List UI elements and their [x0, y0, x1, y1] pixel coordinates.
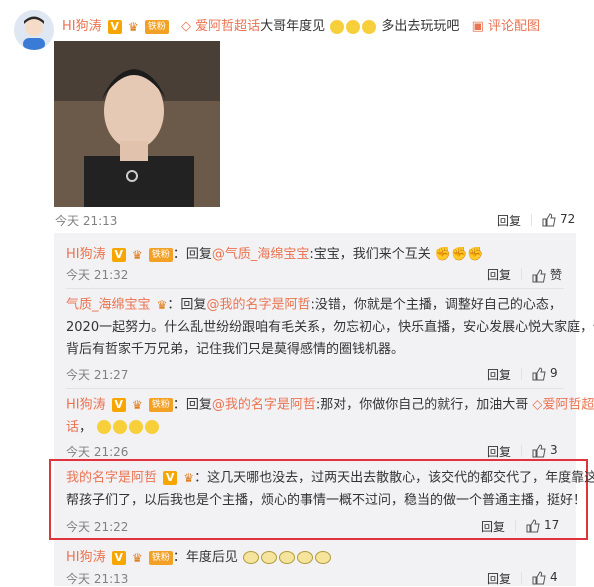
reply-prefix: ：回复	[172, 397, 212, 413]
grin-emoji-icon	[113, 420, 128, 434]
grin-emoji-icon	[97, 420, 112, 434]
reply-item: 我的名字是阿哲 V ♛：这几天哪也没去，过两天出去散散心，该交代的都交代了，年度…	[66, 467, 594, 512]
main-comment-text-a: 大哥年度见	[260, 19, 326, 34]
crown-icon: ♛	[127, 19, 139, 34]
main-comment-time: 今天 21:13	[55, 214, 118, 228]
reply-text: ：年度后见	[172, 550, 238, 565]
thumbs-up-icon	[526, 518, 540, 532]
reply-text-line3: 背后有哲家千万兄弟，记住我们只是莫得感情的圈钱机器。	[66, 341, 405, 357]
like-button[interactable]: 4	[532, 570, 558, 585]
grin-emoji-icon	[145, 420, 160, 434]
glasses-emoji-icon	[296, 551, 313, 564]
reply-mention[interactable]: @气质_海绵宝宝	[212, 247, 310, 262]
reply-author[interactable]: 气质_海绵宝宝	[66, 298, 151, 313]
reply-text: :宝宝，我们来个互关	[309, 247, 431, 262]
topic-icon: ◇	[532, 397, 543, 413]
reply-button[interactable]: 回复	[481, 518, 505, 535]
reply-time: 今天 21:26	[66, 445, 129, 459]
fan-badge: 铁粉	[148, 247, 173, 262]
like-button[interactable]: 9	[532, 366, 558, 381]
verified-v-icon: V	[111, 550, 126, 565]
main-like-count: 72	[560, 212, 576, 226]
reply-time: 今天 21:32	[66, 268, 129, 282]
boxing-emoji-icon: ✊	[451, 247, 468, 262]
thumbs-up-icon	[532, 443, 546, 457]
thumbs-up-icon	[532, 570, 546, 584]
like-count: 3	[550, 443, 558, 457]
topic-link[interactable]: 爱阿哲超话	[195, 19, 260, 34]
reply-text-line1: :没错，你就是个主播，调整好自己的心态，	[310, 297, 562, 313]
reply-item: 气质_海绵宝宝 ♛：回复@我的名字是阿哲:没错，你就是个主播，调整好自己的心态，…	[66, 294, 594, 361]
verified-v-icon: V	[111, 398, 126, 412]
reply-item: HI狗涛 V ♛ 铁粉 ：回复@气质_海绵宝宝:宝宝，我们来个互关 ✊✊✊	[66, 243, 483, 262]
boxing-emoji-icon: ✊	[434, 247, 452, 262]
thumbs-up-icon	[532, 366, 546, 380]
reply-text-line1: ：这几天哪也没去，过两天出去散散心，该交代的都交代了，年度靠这	[194, 470, 594, 486]
reply-author[interactable]: HI狗涛	[66, 398, 106, 413]
crown-icon: ♛	[183, 471, 195, 485]
crown-icon: ♛	[131, 550, 143, 565]
crown-icon: ♛	[156, 298, 168, 312]
comment-image-link[interactable]: 评论配图	[488, 19, 540, 34]
main-like-button[interactable]: 72	[542, 212, 575, 227]
glasses-emoji-icon	[278, 551, 295, 564]
reply-prefix: ：回复	[172, 247, 212, 262]
main-comment-author[interactable]: HI狗涛	[62, 19, 102, 34]
glasses-emoji-icon	[260, 551, 277, 564]
like-button[interactable]: 赞	[532, 266, 562, 283]
fan-badge: 铁粉	[148, 398, 173, 412]
reply-author[interactable]: HI狗涛	[66, 550, 106, 565]
verified-v-icon: V	[111, 247, 126, 262]
avatar-illustration	[14, 10, 54, 50]
reply-author[interactable]: HI狗涛	[66, 247, 106, 262]
user-avatar[interactable]	[14, 10, 54, 50]
main-comment-text-b: 多出去玩玩吧	[381, 19, 460, 34]
reply-text-line2: 2020一起努力。什么乱世纷纷跟咱有毛关系，勿忘初心，快乐直播，安心发展心悦大家…	[66, 319, 594, 335]
comment-photo[interactable]	[54, 41, 220, 207]
grin-emoji-icon	[346, 19, 361, 34]
verified-v-icon: V	[163, 471, 178, 485]
reply-text-line2: 帮孩子们了，以后我也是个主播，烦心的事情一概不过问，稳当的做一个普通主播，挺好！	[66, 492, 587, 508]
like-count: 17	[544, 518, 560, 532]
glasses-emoji-icon	[314, 551, 331, 564]
fan-badge: 铁粉	[148, 550, 173, 565]
reply-author[interactable]: 我的名字是阿哲	[66, 471, 157, 486]
reply-time: 今天 21:22	[66, 520, 129, 534]
image-icon: ▣	[471, 19, 484, 34]
grin-emoji-icon	[129, 420, 144, 434]
reply-mention[interactable]: @我的名字是阿哲	[206, 298, 310, 313]
reply-button[interactable]: 回复	[487, 266, 511, 283]
reply-item: HI狗涛 V ♛ 铁粉 ：回复@我的名字是阿哲:那对，你做你自己的就行，加油大哥 …	[66, 394, 594, 439]
topic-link[interactable]: 爱阿哲超	[542, 398, 594, 413]
reply-time: 今天 21:13	[66, 572, 129, 586]
topic-icon: ◇	[180, 19, 191, 34]
reply-button[interactable]: 回复	[487, 443, 511, 460]
reply-text: :那对，你做你自己的就行，加油大哥	[315, 397, 529, 413]
thumbs-up-icon	[542, 212, 556, 226]
crown-icon: ♛	[131, 247, 143, 262]
reply-mention[interactable]: @我的名字是阿哲	[212, 398, 316, 413]
like-button[interactable]: 17	[526, 518, 559, 533]
main-reply-button[interactable]: 回复	[497, 212, 521, 229]
boxing-emoji-icon: ✊	[467, 247, 484, 262]
like-count: 4	[550, 570, 558, 584]
reply-item: HI狗涛 V ♛ 铁粉 ：年度后见	[66, 546, 332, 565]
photo-illustration	[54, 41, 220, 207]
thumbs-up-icon	[532, 268, 546, 282]
reply-prefix: ：回复	[167, 297, 207, 313]
reply-button[interactable]: 回复	[487, 366, 511, 383]
crown-icon: ♛	[131, 398, 143, 412]
fan-badge: 铁粉	[144, 19, 169, 34]
like-count: 赞	[550, 268, 563, 282]
verified-v-icon: V	[107, 19, 122, 34]
like-count: 9	[550, 366, 558, 380]
reply-button[interactable]: 回复	[487, 570, 511, 587]
reply-time: 今天 21:27	[66, 368, 129, 382]
glasses-emoji-icon	[242, 551, 259, 564]
grin-emoji-icon	[330, 19, 345, 34]
grin-emoji-icon	[362, 19, 377, 34]
like-button[interactable]: 3	[532, 443, 558, 458]
topic-link-tail[interactable]: 话	[66, 420, 79, 435]
main-comment-line: HI狗涛 V ♛ 铁粉 ◇ 爱阿哲超话大哥年度见 多出去玩玩吧 ▣ 评论配图	[62, 15, 540, 34]
